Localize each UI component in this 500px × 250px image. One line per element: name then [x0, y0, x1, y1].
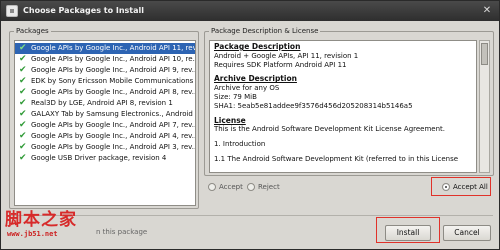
check-icon: ✔ — [19, 109, 27, 119]
package-list-item[interactable]: ✔ Google USB Driver package, revision 4 — [15, 153, 195, 164]
description-group-label: Package Description & License — [209, 27, 321, 36]
accept-radio[interactable]: Accept — [208, 183, 243, 191]
package-label: Google APIs by Google Inc., Android API … — [31, 55, 195, 63]
package-list-item[interactable]: ✔ GALAXY Tab by Samsung Electronics., And… — [15, 109, 195, 120]
package-list-item[interactable]: ✔ Google APIs by Google Inc., Android API… — [15, 131, 195, 142]
description-line: Android + Google APIs, API 11, revision … — [214, 51, 359, 60]
description-heading: Package Description — [214, 42, 301, 51]
description-line: 1. Introduction — [214, 140, 266, 149]
package-label: Google APIs by Google Inc., Android API … — [31, 143, 195, 151]
radio-dot-icon — [247, 183, 255, 191]
packages-group-label: Packages — [14, 27, 51, 36]
description-line: 1.1 The Android Software Development Kit… — [214, 154, 459, 163]
package-label: Google APIs by Google Inc., Android API … — [31, 132, 195, 140]
package-label: EDK by Sony Ericsson Mobile Communicatio… — [31, 77, 195, 85]
package-list-item[interactable]: ✔ Google APIs by Google Inc., Android API… — [15, 54, 195, 65]
check-icon: ✔ — [19, 76, 27, 86]
description-line: Size: 79 MiB — [214, 92, 257, 101]
reject-label: Reject — [258, 183, 280, 191]
check-icon: ✔ — [19, 131, 27, 141]
check-icon: ✔ — [19, 120, 27, 130]
package-list-item[interactable]: ✔ EDK by Sony Ericsson Mobile Communicati… — [15, 76, 195, 87]
description-heading: License — [214, 115, 246, 125]
accept-all-highlight — [431, 177, 491, 196]
description-line: Requires SDK Platform Android API 11 — [214, 60, 347, 69]
package-label: Real3D by LGE, Android API 8, revision 1 — [31, 99, 173, 107]
description-scrollbar[interactable] — [479, 40, 490, 173]
reject-radio[interactable]: Reject — [247, 183, 280, 191]
close-icon[interactable]: ✕ — [481, 5, 493, 17]
description-line: This is the Android Software Development… — [214, 125, 445, 134]
package-list-item[interactable]: ✔ Google APIs by Google Inc., Android API… — [15, 43, 195, 54]
description-group: Package Description & License Package De… — [204, 27, 494, 176]
check-icon: ✔ — [19, 98, 27, 108]
package-list-item[interactable]: ✔ Google APIs by Google Inc., Android API… — [15, 120, 195, 131]
description-text-area[interactable]: Package Description Android + Google APIs… — [209, 40, 477, 173]
package-label: Google APIs by Google Inc., Android API … — [31, 44, 195, 52]
package-list[interactable]: ✔ Google APIs by Google Inc., Android API… — [14, 40, 196, 206]
install-highlight — [376, 217, 440, 243]
window-title: Choose Packages to Install — [23, 6, 144, 15]
check-icon: ✔ — [19, 142, 27, 152]
package-label: Google USB Driver package, revision 4 — [31, 154, 167, 162]
cancel-button[interactable]: Cancel — [443, 225, 491, 241]
accept-label: Accept — [219, 183, 243, 191]
check-icon: ✔ — [19, 153, 27, 163]
choose-packages-window: Choose Packages to Install ✕ Packages ✔ G… — [0, 0, 500, 250]
packages-group: Packages ✔ Google APIs by Google Inc., An… — [9, 27, 199, 209]
footer-status-text: n this package — [96, 228, 148, 236]
watermark-url: www.jb51.net — [7, 230, 58, 238]
package-list-item[interactable]: ✔ Real3D by LGE, Android API 8, revision … — [15, 98, 195, 109]
description-line: SHA1: 5eab5e81addee9f3576d456d205208314b… — [214, 101, 413, 110]
app-icon — [6, 5, 18, 17]
footer-divider — [9, 215, 493, 216]
package-list-item[interactable]: ✔ Google APIs by Google Inc., Android API… — [15, 65, 195, 76]
radio-dot-icon — [208, 183, 216, 191]
check-icon: ✔ — [19, 65, 27, 75]
description-line: Archive for any OS — [214, 84, 280, 93]
package-label: Google APIs by Google Inc., Android API … — [31, 88, 195, 96]
package-list-item[interactable]: ✔ Google APIs by Google Inc., Android API… — [15, 87, 195, 98]
title-bar[interactable]: Choose Packages to Install ✕ — [1, 1, 499, 21]
package-label: Google APIs by Google Inc., Android API … — [31, 121, 195, 129]
check-icon: ✔ — [19, 87, 27, 97]
package-list-item[interactable]: ✔ Google APIs by Google Inc., Android API… — [15, 142, 195, 153]
watermark-title: 脚本之家 — [5, 210, 77, 230]
description-heading: Archive Description — [214, 74, 297, 84]
check-icon: ✔ — [19, 43, 27, 53]
package-label: GALAXY Tab by Samsung Electronics., Andr… — [31, 110, 195, 118]
scrollbar-thumb[interactable] — [481, 43, 488, 65]
check-icon: ✔ — [19, 54, 27, 64]
package-label: Google APIs by Google Inc., Android API … — [31, 66, 195, 74]
